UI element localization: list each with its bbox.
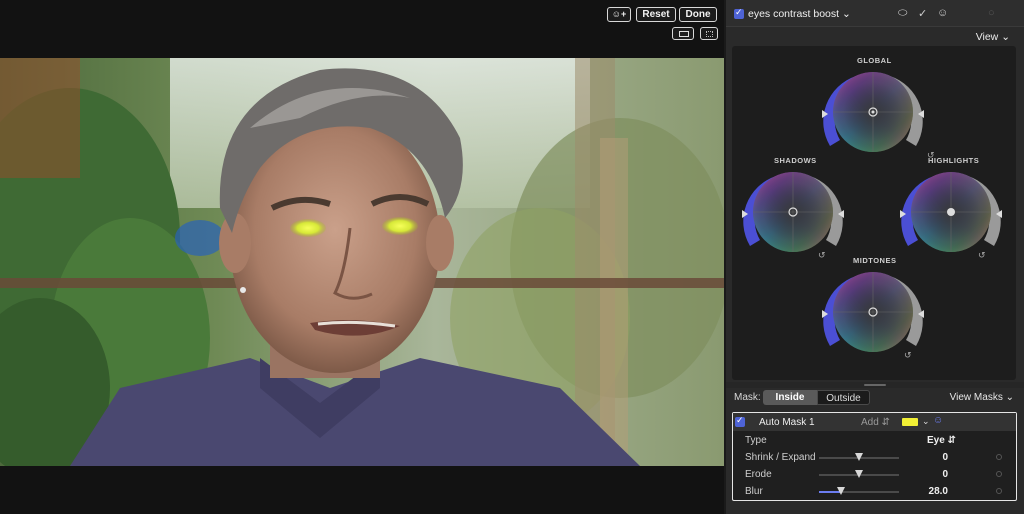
video-viewer: ☺+ Reset Done <box>0 0 724 514</box>
effect-name-label: eyes contrast boost <box>748 8 840 20</box>
blur-label: Blur <box>745 486 763 497</box>
viewer-toolbar: ☺+ Reset Done <box>0 0 724 58</box>
highlights-color-wheel[interactable] <box>896 168 1006 278</box>
updown-icon: ⇵ <box>881 417 890 428</box>
auto-mask-panel: Auto Mask 1 Add ⇵ ⌄ ☺ Type Eye ⇵ Shrink … <box>732 412 1017 501</box>
slider-knob[interactable] <box>837 487 845 495</box>
erode-value[interactable]: 0 <box>942 469 948 480</box>
color-inspector: eyes contrast boost ⌄ ⬭ ✓ ☺ ○ View ⌄ <box>726 0 1024 514</box>
add-mask-dropdown[interactable]: Add ⇵ <box>861 417 890 428</box>
frame-overlay-button[interactable] <box>672 27 694 40</box>
person-add-icon: ☺+ <box>611 9 627 19</box>
divider-handle[interactable] <box>864 384 886 386</box>
color-wheels-panel: GLOBAL ↺ SHADOWS ↺ HIGHLIGHTS ↺ MIDTONES… <box>732 46 1016 380</box>
view-row: View ⌄ <box>726 28 1024 46</box>
global-wheel-label: GLOBAL <box>857 56 892 65</box>
effect-name-dropdown[interactable]: eyes contrast boost ⌄ <box>748 8 851 20</box>
mask-color-swatch[interactable] <box>902 418 918 426</box>
view-label: View <box>975 31 999 43</box>
video-frame[interactable] <box>0 58 724 466</box>
person-mask-icon[interactable]: ☺ <box>933 415 943 426</box>
auto-mask-name: Auto Mask 1 <box>759 417 815 428</box>
video-image <box>0 58 724 466</box>
blur-slider[interactable] <box>819 487 899 495</box>
param-row-blur: Blur 28.0 <box>733 483 1016 501</box>
slider-knob[interactable] <box>855 453 863 461</box>
transform-toggle-button[interactable] <box>700 27 718 40</box>
shadows-color-wheel[interactable] <box>738 168 848 278</box>
keyframe-icon[interactable]: ○ <box>988 7 995 19</box>
highlights-wheel-label: HIGHLIGHTS <box>928 156 980 165</box>
viewer-bottom-bar <box>0 466 724 514</box>
keyframe-icon[interactable] <box>996 471 1002 477</box>
param-row-erode: Erode 0 <box>733 466 1016 484</box>
mask-mode-bar: Mask: Inside Outside View Masks ⌄ <box>726 388 1024 408</box>
frame-icon <box>679 31 689 37</box>
blur-value[interactable]: 28.0 <box>929 486 948 497</box>
param-row-type: Type Eye ⇵ <box>733 432 1016 450</box>
slider-knob[interactable] <box>855 470 863 478</box>
chevron-down-icon: ⌄ <box>841 8 851 20</box>
ellipse-mask-icon[interactable]: ⬭ <box>898 7 907 20</box>
mask-label: Mask: <box>734 392 761 403</box>
auto-mask-enabled-checkbox[interactable] <box>735 415 745 427</box>
chevron-down-icon: ⌄ <box>1001 31 1010 43</box>
add-person-mask-button[interactable]: ☺+ <box>607 7 631 22</box>
shrink-expand-label: Shrink / Expand <box>745 452 816 463</box>
mask-inside-toggle[interactable]: Inside <box>763 390 817 405</box>
mask-outside-toggle[interactable]: Outside <box>817 390 870 405</box>
global-color-wheel[interactable] <box>818 68 928 178</box>
midtones-reset-icon[interactable]: ↺ <box>904 350 912 361</box>
transform-icon <box>706 31 713 37</box>
keyframe-icon[interactable] <box>996 454 1002 460</box>
view-dropdown[interactable]: View ⌄ <box>976 31 1010 43</box>
shrink-expand-value[interactable]: 0 <box>942 452 948 463</box>
shadows-reset-icon[interactable]: ↺ <box>818 250 826 261</box>
effect-header: eyes contrast boost ⌄ ⬭ ✓ ☺ ○ <box>726 0 1024 27</box>
highlights-reset-icon[interactable]: ↺ <box>978 250 986 261</box>
reset-button[interactable]: Reset <box>636 7 676 22</box>
keyframe-icon[interactable] <box>996 488 1002 494</box>
view-masks-dropdown[interactable]: View Masks ⌄ <box>950 392 1014 403</box>
param-row-shrink: Shrink / Expand 0 <box>733 449 1016 467</box>
shrink-expand-slider[interactable] <box>819 453 899 461</box>
auto-mask-header: Auto Mask 1 Add ⇵ ⌄ ☺ <box>733 413 1016 431</box>
erode-slider[interactable] <box>819 470 899 478</box>
person-mask-icon[interactable]: ☺ <box>937 7 948 19</box>
erode-label: Erode <box>745 469 772 480</box>
add-label: Add <box>861 417 879 428</box>
midtones-wheel-label: MIDTONES <box>853 256 897 265</box>
chevron-down-icon[interactable]: ⌄ <box>922 416 930 427</box>
view-masks-label: View Masks <box>949 392 1003 403</box>
type-value: Eye <box>927 435 945 446</box>
eyedropper-icon[interactable]: ✓ <box>918 7 927 20</box>
shadows-wheel-label: SHADOWS <box>774 156 817 165</box>
done-button[interactable]: Done <box>679 7 717 22</box>
updown-icon: ⇵ <box>947 435 956 446</box>
chevron-down-icon: ⌄ <box>1005 392 1014 403</box>
midtones-color-wheel[interactable] <box>818 268 928 378</box>
type-label: Type <box>745 435 767 446</box>
type-dropdown[interactable]: Eye ⇵ <box>927 435 956 446</box>
effect-enabled-checkbox[interactable] <box>734 7 744 19</box>
